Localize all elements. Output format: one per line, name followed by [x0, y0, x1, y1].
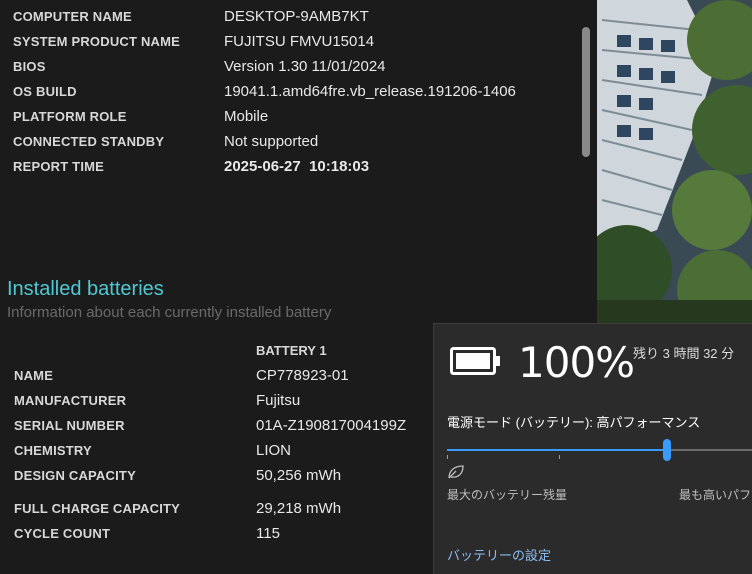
info-label: BIOS: [13, 59, 46, 74]
battery-value: 01A-Z190817004199Z: [256, 417, 407, 434]
battery-value: Fujitsu: [256, 392, 301, 409]
battery-value: CP778923-01: [256, 367, 349, 384]
battery-column-header: BATTERY 1: [256, 343, 327, 358]
info-label: REPORT TIME: [13, 159, 105, 174]
info-value: DESKTOP-9AMB7KT: [224, 8, 369, 25]
info-label: PLATFORM ROLE: [13, 109, 127, 124]
battery-icon: [450, 347, 500, 375]
time-remaining: 残り 3 時間 32 分: [633, 346, 735, 361]
section-title-installed-batteries: Installed batteries: [7, 278, 164, 300]
battery-settings-link[interactable]: バッテリーの設定: [447, 545, 551, 564]
battery-label: CHEMISTRY: [14, 443, 92, 458]
battery-label: SERIAL NUMBER: [14, 418, 125, 433]
info-value: FUJITSU FMVU15014: [224, 33, 375, 50]
battery-percent: 100%: [518, 338, 635, 387]
leaf-icon: [448, 465, 464, 479]
slider-tick: [447, 455, 448, 459]
power-mode-label: 電源モード (バッテリー): 高パフォーマンス: [447, 415, 701, 430]
slider-max-label: 最も高いパフォー: [679, 488, 752, 502]
battery-label: NAME: [14, 368, 54, 383]
slider-min-label: 最大のバッテリー残量: [447, 488, 568, 502]
info-label: SYSTEM PRODUCT NAME: [13, 34, 181, 49]
battery-label: MANUFACTURER: [14, 393, 127, 408]
battery-value: LION: [256, 442, 292, 459]
battery-value: 50,256 mWh: [256, 467, 342, 484]
info-value: 2025-06-27 10:18:03: [224, 158, 370, 175]
info-value: Version 1.30 11/01/2024: [224, 58, 386, 75]
battery-flyout: 100% 残り 3 時間 32 分 電源モード (バッテリー): 高パフォーマン…: [433, 323, 752, 574]
battery-value: 29,218 mWh: [256, 500, 342, 517]
info-label: COMPUTER NAME: [13, 9, 132, 24]
battery-value: 115: [256, 525, 280, 542]
power-mode-slider-thumb[interactable]: [663, 439, 672, 461]
battery-label: DESIGN CAPACITY: [14, 468, 136, 483]
info-value: Not supported: [224, 133, 319, 150]
info-value: 19041.1.amd64fre.vb_release.191206-1406: [224, 83, 516, 100]
scrollbar-thumb[interactable]: [582, 27, 590, 157]
section-subtitle: Information about each currently install…: [7, 304, 332, 321]
info-label: OS BUILD: [13, 84, 77, 99]
info-value: Mobile: [224, 108, 269, 125]
slider-tick: [559, 455, 560, 459]
info-label: CONNECTED STANDBY: [13, 134, 165, 149]
battery-label: CYCLE COUNT: [14, 526, 111, 541]
power-mode-slider-fill: [447, 449, 668, 451]
battery-label: FULL CHARGE CAPACITY: [14, 501, 181, 516]
